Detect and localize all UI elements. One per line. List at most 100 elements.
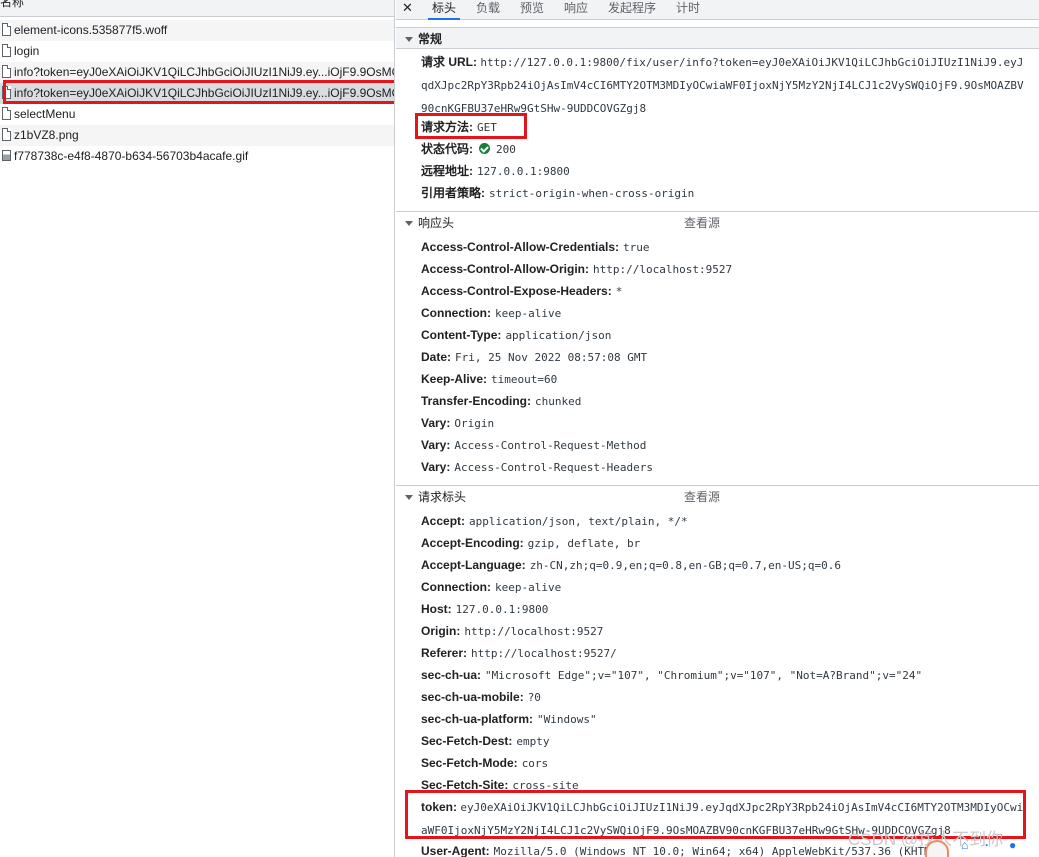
microphone-icon[interactable]: ● — [1009, 838, 1016, 852]
request-method-label: 请求方法: — [421, 120, 473, 134]
request-headers-section-header[interactable]: 请求标头 查看源 — [396, 485, 1039, 507]
collapse-triangle-icon — [405, 37, 413, 42]
view-source-link[interactable]: 查看源 — [684, 212, 720, 234]
header-value: ?0 — [527, 691, 541, 704]
response-header-row: Vary: Access-Control-Request-Headers — [421, 457, 653, 477]
request-header-row: Host: 127.0.0.1:9800 — [421, 599, 548, 619]
request-row[interactable]: f778738c-e4f8-4870-b634-56703b4acafe.gif — [0, 146, 394, 167]
response-header-row: Access-Control-Allow-Credentials: true — [421, 237, 650, 257]
request-details-panel: ✕ 标头 负载 预览 响应 发起程序 计时 常规 请求 URL: http://… — [396, 0, 1039, 857]
request-header-row: Referer: http://localhost:9527/ — [421, 643, 617, 663]
name-column-header[interactable]: 名称 — [0, 0, 394, 17]
request-method-row: 请求方法: GET — [421, 117, 497, 137]
header-value: Access-Control-Request-Method — [454, 439, 647, 452]
tab-preview[interactable]: 预览 — [516, 0, 548, 20]
request-row[interactable]: selectMenu — [0, 104, 394, 125]
remote-address-label: 远程地址: — [421, 164, 473, 178]
request-name: element-icons.535877f5.woff — [14, 23, 168, 37]
response-header-row: Transfer-Encoding: chunked — [421, 391, 581, 411]
header-key: sec-ch-ua-mobile: — [421, 690, 524, 704]
token-label: token: — [421, 800, 457, 814]
request-url-row: 请求 URL: http://127.0.0.1:9800/fix/user/i… — [421, 51, 1026, 120]
file-icon — [2, 23, 11, 36]
file-icon — [2, 44, 11, 57]
sogou-logo-icon — [925, 840, 949, 857]
header-value: empty — [516, 735, 550, 748]
request-name: f778738c-e4f8-4870-b634-56703b4acafe.gif — [14, 149, 249, 163]
referrer-policy-value: strict-origin-when-cross-origin — [489, 187, 695, 200]
request-row[interactable]: z1bVZ8.png — [0, 125, 394, 146]
header-key: Vary: — [421, 460, 451, 474]
request-row[interactable]: info?token=eyJ0eXAiOiJKV1QiLCJhbGciOiJIU… — [0, 62, 395, 83]
response-header-row: Connection: keep-alive — [421, 303, 561, 323]
response-header-row: Content-Type: application/json — [421, 325, 611, 345]
header-value: cors — [521, 757, 549, 770]
request-url-label: 请求 URL: — [421, 55, 477, 69]
tab-initiator[interactable]: 发起程序 — [604, 0, 660, 20]
general-title: 常规 — [418, 32, 443, 46]
header-key: sec-ch-ua: — [421, 668, 482, 682]
request-name: login — [14, 44, 40, 58]
tab-headers[interactable]: 标头 — [428, 0, 460, 20]
header-value: "Windows" — [537, 713, 597, 726]
request-row[interactable]: login — [0, 41, 394, 62]
tab-response[interactable]: 响应 — [560, 0, 592, 20]
request-url-value: http://127.0.0.1:9800/fix/user/info?toke… — [421, 56, 1024, 115]
view-source-link[interactable]: 查看源 — [684, 486, 720, 508]
request-header-row: Sec-Fetch-Dest: empty — [421, 731, 549, 751]
header-value: http://localhost:9527 — [464, 625, 604, 638]
file-icon — [2, 128, 11, 141]
header-value: Fri, 25 Nov 2022 08:57:08 GMT — [455, 351, 648, 364]
collapse-triangle-icon — [405, 221, 413, 226]
request-header-row: sec-ch-ua-platform: "Windows" — [421, 709, 597, 729]
request-name: z1bVZ8.png — [14, 128, 79, 142]
header-value: http://localhost:9527 — [593, 263, 733, 276]
header-value: timeout=60 — [491, 373, 558, 386]
status-code-value: 200 — [496, 143, 516, 156]
header-value: cross-site — [512, 779, 579, 792]
response-header-row: Access-Control-Expose-Headers: * — [421, 281, 622, 301]
response-headers-title: 响应头 — [418, 216, 455, 230]
request-row-selected[interactable]: info?token=eyJ0eXAiOiJKV1QiLCJhbGciOiJIU… — [0, 83, 395, 104]
request-headers-title: 请求标头 — [418, 490, 467, 504]
header-key: Transfer-Encoding: — [421, 394, 532, 408]
tab-payload[interactable]: 负载 — [472, 0, 504, 20]
request-header-row: Sec-Fetch-Mode: cors — [421, 753, 548, 773]
tab-timing[interactable]: 计时 — [672, 0, 704, 20]
request-name: selectMenu — [14, 107, 76, 121]
header-value: zh-CN,zh;q=0.9,en;q=0.8,en-GB;q=0.7,en-U… — [529, 559, 841, 572]
response-header-row: Vary: Origin — [421, 413, 494, 433]
header-key: Vary: — [421, 438, 451, 452]
punctuation-icon[interactable]: · — [985, 838, 989, 852]
ime-toolbar: ⌂ · ● — [925, 838, 1039, 857]
details-tab-bar: ✕ 标头 负载 预览 响应 发起程序 计时 — [396, 0, 1039, 20]
request-header-row: Origin: http://localhost:9527 — [421, 621, 603, 641]
request-row[interactable]: element-icons.535877f5.woff — [0, 20, 394, 41]
header-key: Access-Control-Expose-Headers: — [421, 284, 612, 298]
header-value: http://localhost:9527/ — [471, 647, 617, 660]
file-icon — [2, 107, 11, 120]
header-value: Access-Control-Request-Headers — [454, 461, 654, 474]
close-icon[interactable]: ✕ — [402, 0, 413, 16]
header-value: keep-alive — [495, 307, 562, 320]
general-section-header[interactable]: 常规 — [396, 27, 1039, 49]
header-key: Access-Control-Allow-Origin: — [421, 262, 590, 276]
header-key: Keep-Alive: — [421, 372, 488, 386]
header-value: "Microsoft Edge";v="107", "Chromium";v="… — [485, 669, 923, 682]
request-name: info?token=eyJ0eXAiOiJKV1QiLCJhbGciOiJIU… — [14, 86, 395, 100]
request-header-row: Accept: application/json, text/plain, */* — [421, 511, 688, 531]
request-method-value: GET — [477, 121, 497, 134]
header-key: Sec-Fetch-Site: — [421, 778, 509, 792]
file-icon — [2, 86, 11, 99]
request-name: info?token=eyJ0eXAiOiJKV1QiLCJhbGciOiJIU… — [14, 65, 395, 79]
header-key: Accept: — [421, 514, 466, 528]
status-code-row: 状态代码: 200 — [421, 139, 516, 159]
header-key: Referer: — [421, 646, 468, 660]
ime-mode-icon[interactable]: ⌂ — [961, 838, 968, 852]
header-key: Sec-Fetch-Mode: — [421, 756, 518, 770]
header-key: Access-Control-Allow-Credentials: — [421, 240, 620, 254]
response-headers-section-header[interactable]: 响应头 查看源 — [396, 211, 1039, 233]
response-header-row: Keep-Alive: timeout=60 — [421, 369, 557, 389]
header-key: Origin: — [421, 624, 461, 638]
status-code-label: 状态代码: — [421, 142, 473, 156]
